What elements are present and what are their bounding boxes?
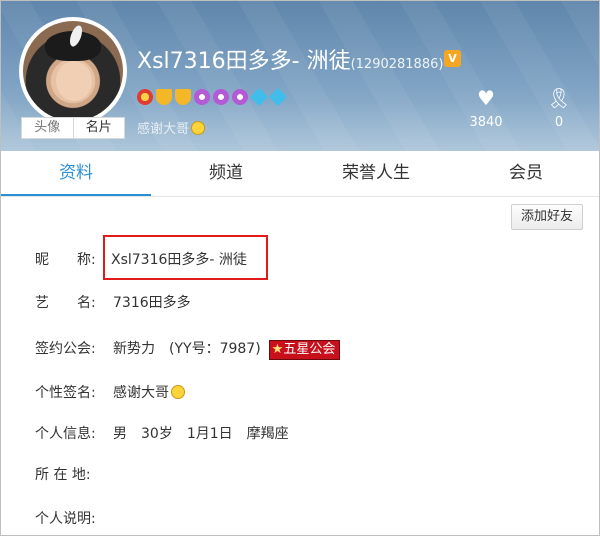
signature-row: 个性签名: 感谢大哥 [35, 382, 185, 402]
signature-label: 个性签名: [35, 385, 96, 401]
profile-window: 头像 名片 Xsl7316田多多- 洲徒(1290281886) V 感谢大哥 … [0, 0, 600, 536]
purple-medal-icon[interactable] [213, 89, 229, 105]
header-signature: 感谢大哥 [137, 118, 206, 137]
avatar-tab-card[interactable]: 名片 [72, 118, 125, 138]
personal-info-row: 个人信息: 男 30岁 1月1日 摩羯座 [35, 423, 289, 443]
rank-count: 0 [554, 115, 564, 130]
purple-medal-icon[interactable] [194, 89, 210, 105]
personal-info-value: 男 30岁 1月1日 摩羯座 [113, 426, 289, 442]
smiley-icon [191, 121, 206, 135]
personal-info-label: 个人信息: [35, 426, 96, 442]
smiley-icon [171, 385, 185, 399]
add-friend-button[interactable]: 添加好友 [511, 204, 583, 230]
purple-medal-icon[interactable] [232, 89, 248, 105]
username: Xsl7316田多多- 洲徒(1290281886) [137, 43, 443, 75]
nickname-value: Xsl7316田多多- 洲徒 [111, 252, 247, 268]
likes-stat[interactable]: ♥ 3840 [456, 87, 516, 130]
header-signature-text: 感谢大哥 [137, 122, 190, 137]
diamond-icon[interactable] [268, 87, 288, 107]
avatar-tab-photo[interactable]: 头像 [22, 118, 73, 138]
nickname-row: 昵 称: Xsl7316田多多- 洲徒 [35, 249, 247, 269]
avatar[interactable] [19, 17, 127, 125]
profile-tabs: 资料 频道 荣誉人生 会员 [1, 151, 599, 197]
stage-name-row: 艺 名: 7316田多多 [35, 292, 191, 312]
tab-channel[interactable]: 频道 [151, 151, 301, 196]
guild-value: 新势力 (YY号：7987) [113, 341, 261, 357]
display-name: Xsl7316田多多- 洲徒 [137, 49, 351, 74]
stage-name-value: 7316田多多 [113, 295, 191, 311]
avatar-image [23, 21, 123, 121]
avatar-face [56, 61, 92, 101]
guild-label: 签约公会: [35, 341, 96, 357]
stage-name-label: 艺 名: [35, 295, 96, 311]
description-row: 个人说明: [35, 508, 101, 528]
guild-badge-text: 五星公会 [283, 342, 336, 357]
signature-value: 感谢大哥 [113, 385, 169, 401]
guild-badge[interactable]: ★五星公会 [268, 340, 341, 360]
ribbon-icon: 🎗 [546, 86, 572, 110]
heart-medal-icon[interactable] [137, 89, 153, 105]
profile-header: 头像 名片 Xsl7316田多多- 洲徒(1290281886) V 感谢大哥 … [1, 1, 599, 151]
vip-badge-icon[interactable]: V [444, 50, 461, 67]
likes-count: 3840 [469, 115, 503, 130]
rank-stat[interactable]: 🎗 0 [529, 87, 589, 130]
description-label: 个人说明: [35, 511, 96, 527]
crown-icon[interactable] [156, 89, 172, 105]
avatar-tabs: 头像 名片 [21, 117, 125, 139]
location-label: 所 在 地: [35, 467, 91, 483]
tab-member[interactable]: 会员 [451, 151, 599, 196]
guild-row: 签约公会: 新势力 (YY号：7987) ★五星公会 [35, 338, 341, 360]
location-row: 所 在 地: [35, 464, 101, 484]
crown-icon[interactable] [175, 89, 191, 105]
heart-icon: ♥ [477, 86, 495, 110]
user-id: (1290281886) [350, 57, 444, 72]
tab-profile[interactable]: 资料 [1, 151, 151, 196]
tab-honor[interactable]: 荣誉人生 [301, 151, 451, 196]
nickname-label: 昵 称: [35, 252, 96, 268]
star-icon: ★ [271, 342, 284, 357]
diamond-icon[interactable] [249, 87, 269, 107]
medal-list [137, 87, 288, 107]
